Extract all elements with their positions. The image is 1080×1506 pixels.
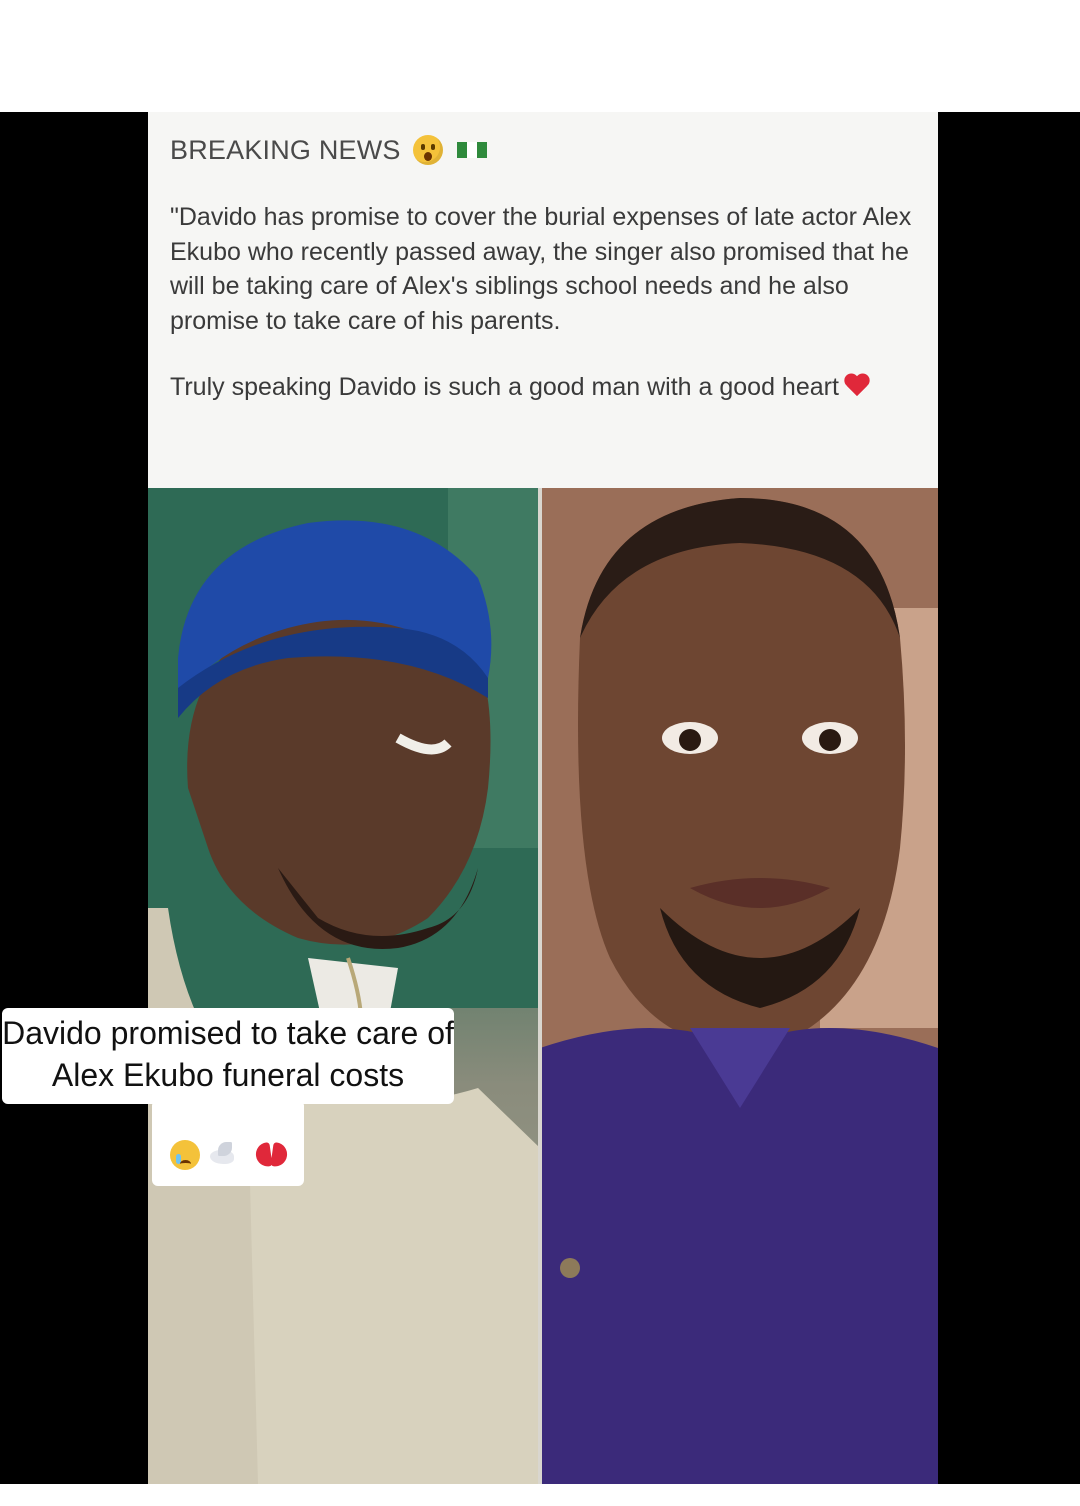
broken-heart-icon: [256, 1141, 286, 1169]
davido-illustration: [148, 488, 540, 1484]
headline-row: BREAKING NEWS: [170, 130, 487, 170]
crying-face-icon: [170, 1140, 200, 1170]
red-heart-icon: [845, 374, 871, 398]
post-paragraph: Truly speaking Davido is such a good man…: [170, 370, 915, 405]
photo-davido: [148, 488, 540, 1484]
post-body: "Davido has promise to cover the burial …: [170, 200, 915, 405]
caption-text: Davido promised to take care of Alex Eku…: [2, 1015, 454, 1093]
headline: BREAKING NEWS: [170, 134, 401, 165]
astonished-face-icon: [412, 135, 443, 165]
photo-alex-ekubo: [540, 488, 938, 1484]
caption-emojis: [152, 1140, 304, 1170]
alex-ekubo-illustration: [540, 488, 938, 1484]
news-post: BREAKING NEWS "Davido has promise to cov…: [148, 112, 938, 1484]
dove-icon: [206, 1140, 240, 1170]
post-paragraph: "Davido has promise to cover the burial …: [170, 203, 912, 335]
bottom-margin: [0, 1484, 1080, 1506]
post-header: BREAKING NEWS "Davido has promise to cov…: [148, 112, 938, 488]
nigeria-flag-icon: [456, 142, 487, 158]
post-paragraph-text: Truly speaking Davido is such a good man…: [170, 373, 839, 401]
top-margin: [0, 0, 1080, 112]
photo-divider: [538, 488, 542, 1484]
